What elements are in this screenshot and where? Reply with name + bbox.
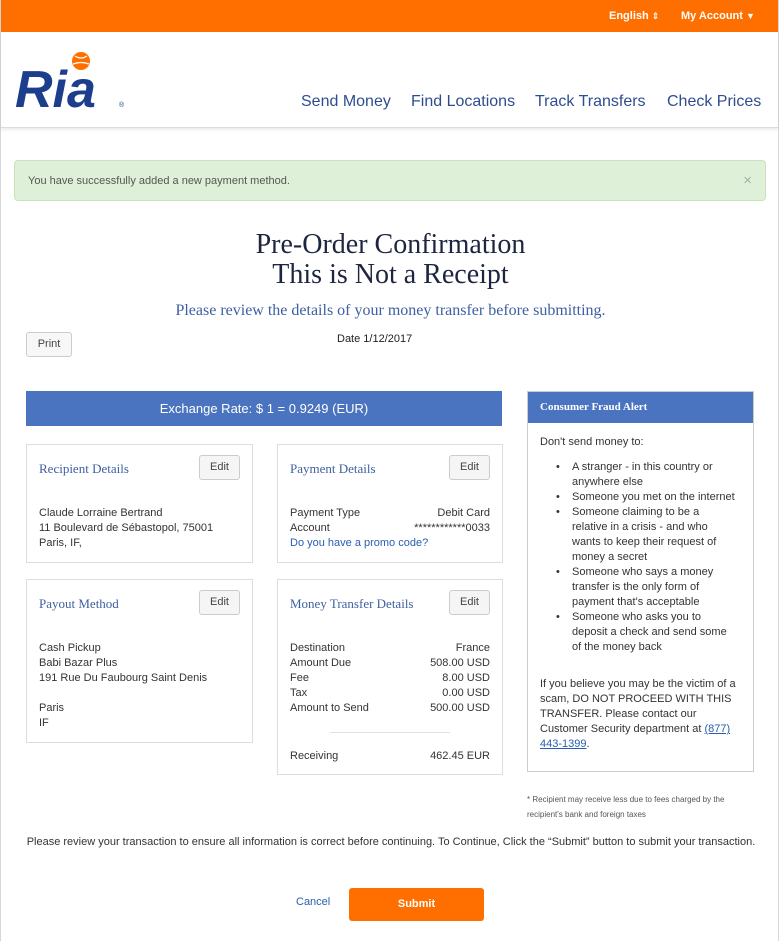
- sort-arrows-icon: ⇕: [651, 11, 660, 21]
- payment-type-label: Payment Type: [290, 507, 361, 519]
- transfer-row-value: France: [455, 642, 490, 654]
- edit-transfer-button[interactable]: Edit: [449, 590, 490, 615]
- recipient-address: 11 Boulevard de Sébastopol, 75001: [39, 522, 214, 534]
- review-notice: Please review your transaction to ensure…: [26, 836, 756, 848]
- payment-details-card: Payment Details Edit Payment Type Debit …: [277, 444, 503, 563]
- page: English ⇕ My Account ▼ Ria ® Send Money Fi…: [0, 0, 779, 941]
- payout-address: 191 Rue Du Faubourg Saint Denis: [39, 672, 208, 684]
- nav-track-transfers[interactable]: Track Transfers: [535, 93, 646, 111]
- receiving-label: Receiving: [290, 750, 339, 762]
- cancel-link[interactable]: Cancel: [296, 896, 330, 908]
- transfer-row-label: Amount Due: [290, 657, 352, 669]
- consumer-fraud-alert: Consumer Fraud Alert Don't send money to…: [527, 391, 754, 772]
- nav-find-locations[interactable]: Find Locations: [411, 93, 515, 111]
- review-instruction: Please review the details of your money …: [175, 302, 606, 319]
- payout-method-card: Payout Method Edit Cash Pickup Babi Baza…: [26, 579, 253, 743]
- account-label: Account: [290, 522, 330, 534]
- success-message: You have successfully added a new paymen…: [28, 175, 290, 187]
- payout-location-name: Babi Bazar Plus: [39, 657, 118, 669]
- fraud-intro: Don't send money to:: [540, 436, 644, 448]
- fraud-warning-paragraph: If you believe you may be the victim of …: [540, 677, 745, 752]
- ria-logo[interactable]: Ria ®: [15, 51, 127, 113]
- list-item: A stranger - in this country or anywhere…: [556, 460, 736, 490]
- page-subtitle-receipt: This is Not a Receipt: [272, 259, 509, 290]
- recipient-city: Paris, IF,: [39, 537, 82, 549]
- fraud-period: .: [586, 738, 590, 750]
- transfer-row-label: Fee: [290, 672, 309, 684]
- divider: [330, 732, 450, 733]
- receiving-row: Receiving 462.45 EUR: [290, 750, 490, 762]
- submit-button[interactable]: Submit: [349, 888, 484, 921]
- nav-send-money[interactable]: Send Money: [301, 93, 391, 111]
- edit-recipient-button[interactable]: Edit: [199, 455, 240, 480]
- money-transfer-details-title: Money Transfer Details: [290, 596, 414, 611]
- page-title: Pre-Order Confirmation: [255, 229, 526, 260]
- transfer-row-label: Tax: [290, 687, 308, 699]
- edit-payment-button[interactable]: Edit: [449, 455, 490, 480]
- fraud-list: A stranger - in this country or anywhere…: [556, 460, 736, 655]
- money-transfer-details-card: Money Transfer Details Edit Destination F…: [277, 579, 503, 775]
- close-icon[interactable]: ×: [743, 172, 752, 189]
- language-label: English: [609, 10, 649, 22]
- caret-down-icon: ▼: [745, 11, 755, 21]
- payment-type-row: Payment Type Debit Card: [290, 507, 490, 519]
- payout-method-title: Payout Method: [39, 596, 119, 611]
- account-label: My Account: [681, 10, 743, 22]
- transfer-row: Amount Due 508.00 USD: [290, 657, 490, 669]
- transfer-row-value: 0.00 USD: [442, 687, 490, 699]
- transfer-row-label: Destination: [290, 642, 346, 654]
- exchange-rate-bar: Exchange Rate: $ 1 = 0.9249 (EUR): [26, 391, 502, 426]
- svg-text:®: ®: [119, 101, 125, 109]
- promo-code-link[interactable]: Do you have a promo code?: [290, 537, 428, 549]
- list-item: Someone who asks you to deposit a check …: [556, 610, 736, 655]
- transaction-date: Date 1/12/2017: [337, 333, 413, 345]
- payout-type: Cash Pickup: [39, 642, 101, 654]
- logo-text: Ria: [15, 61, 96, 113]
- transfer-row: Amount to Send 500.00 USD: [290, 702, 490, 714]
- fee-footnote: * Recipient may receive less due to fees…: [527, 795, 725, 819]
- transfer-row-value: 508.00 USD: [430, 657, 490, 669]
- transfer-row: Destination France: [290, 642, 490, 654]
- nav-check-prices[interactable]: Check Prices: [667, 93, 761, 111]
- payout-region: IF: [39, 717, 49, 729]
- payment-type-value: Debit Card: [437, 507, 490, 519]
- top-bar: English ⇕ My Account ▼: [1, 0, 778, 32]
- transfer-row-label: Amount to Send: [290, 702, 369, 714]
- site-header: Ria ® Send Money Find Locations Track Tr…: [1, 32, 778, 128]
- recipient-details-card: Recipient Details Edit Claude Lorraine B…: [26, 444, 253, 563]
- transfer-row-value: 8.00 USD: [442, 672, 490, 684]
- transfer-row: Tax 0.00 USD: [290, 687, 490, 699]
- recipient-name: Claude Lorraine Bertrand: [39, 507, 163, 519]
- list-item: Someone who says a money transfer is the…: [556, 565, 736, 610]
- list-item: Someone you met on the internet: [556, 490, 736, 505]
- my-account-menu[interactable]: My Account ▼: [681, 10, 755, 22]
- account-value: ************0033: [414, 522, 490, 534]
- edit-payout-button[interactable]: Edit: [199, 590, 240, 615]
- language-selector[interactable]: English ⇕: [609, 10, 659, 22]
- transfer-row-value: 500.00 USD: [430, 702, 490, 714]
- print-button[interactable]: Print: [26, 332, 72, 357]
- fraud-alert-title: Consumer Fraud Alert: [528, 392, 753, 423]
- payout-city: Paris: [39, 702, 65, 714]
- list-item: Someone claiming to be a relative in a c…: [556, 505, 736, 565]
- receiving-value: 462.45 EUR: [430, 750, 490, 762]
- transfer-row: Fee 8.00 USD: [290, 672, 490, 684]
- payment-details-title: Payment Details: [290, 461, 376, 476]
- account-row: Account ************0033: [290, 522, 490, 534]
- recipient-details-title: Recipient Details: [39, 461, 129, 476]
- success-alert: You have successfully added a new paymen…: [14, 160, 766, 201]
